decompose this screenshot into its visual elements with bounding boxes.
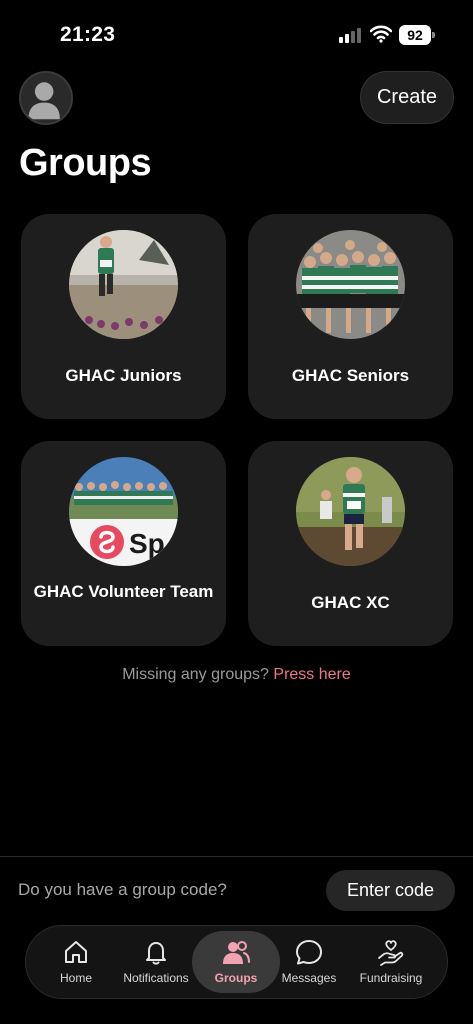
group-card-ghac-seniors[interactable]: GHAC Seniors (248, 214, 453, 419)
tab-home[interactable]: Home (48, 926, 104, 998)
missing-groups-prompt: Missing any groups? Press here (0, 666, 473, 684)
bell-icon (146, 942, 166, 965)
group-photo (296, 230, 405, 339)
svg-text:Sp: Sp (129, 528, 165, 559)
status-bar: 21:23 92 (0, 0, 473, 70)
group-name: GHAC XC (311, 593, 390, 612)
enter-code-button[interactable]: Enter code (326, 870, 455, 911)
tab-groups[interactable]: Groups (192, 926, 280, 998)
cellular-signal-icon (339, 27, 363, 43)
group-name: GHAC Volunteer Team (33, 582, 214, 601)
group-card-ghac-volunteer-team[interactable]: Sp GHAC Volunteer Team (21, 441, 226, 646)
group-card-ghac-juniors[interactable]: GHAC Juniors (21, 214, 226, 419)
group-name: GHAC Juniors (65, 366, 182, 385)
home-icon (65, 941, 87, 963)
tab-messages[interactable]: Messages (278, 926, 340, 998)
bottom-tab-bar: Home Notifications Groups Messages Fundr… (25, 925, 448, 999)
battery-icon: 92 (399, 25, 435, 45)
wifi-icon (370, 25, 392, 43)
divider (0, 856, 473, 857)
tab-label: Groups (214, 971, 258, 985)
page-title: Groups (19, 142, 152, 184)
status-time: 21:23 (60, 23, 116, 46)
group-photo (296, 457, 405, 566)
missing-groups-text: Missing any groups? (122, 666, 269, 683)
tab-label: Notifications (123, 971, 189, 985)
tab-label: Home (59, 971, 92, 985)
chat-bubble-icon (296, 940, 322, 965)
group-card-ghac-xc[interactable]: GHAC XC (248, 441, 453, 646)
tab-label: Messages (281, 971, 337, 985)
tab-notifications[interactable]: Notifications (114, 926, 198, 998)
tab-label: Fundraising (359, 971, 423, 985)
tab-fundraising[interactable]: Fundraising (352, 926, 430, 998)
press-here-link[interactable]: Press here (273, 666, 350, 683)
group-photo (69, 230, 178, 339)
person-silhouette-icon (28, 82, 60, 120)
profile-avatar[interactable] (19, 71, 73, 125)
group-name: GHAC Seniors (291, 366, 410, 385)
group-code-question: Do you have a group code? (18, 880, 227, 899)
users-icon (223, 941, 250, 964)
hand-heart-icon (378, 940, 404, 966)
battery-level: 92 (399, 25, 431, 45)
group-photo: Sp (69, 457, 178, 566)
create-button[interactable]: Create (360, 71, 454, 124)
